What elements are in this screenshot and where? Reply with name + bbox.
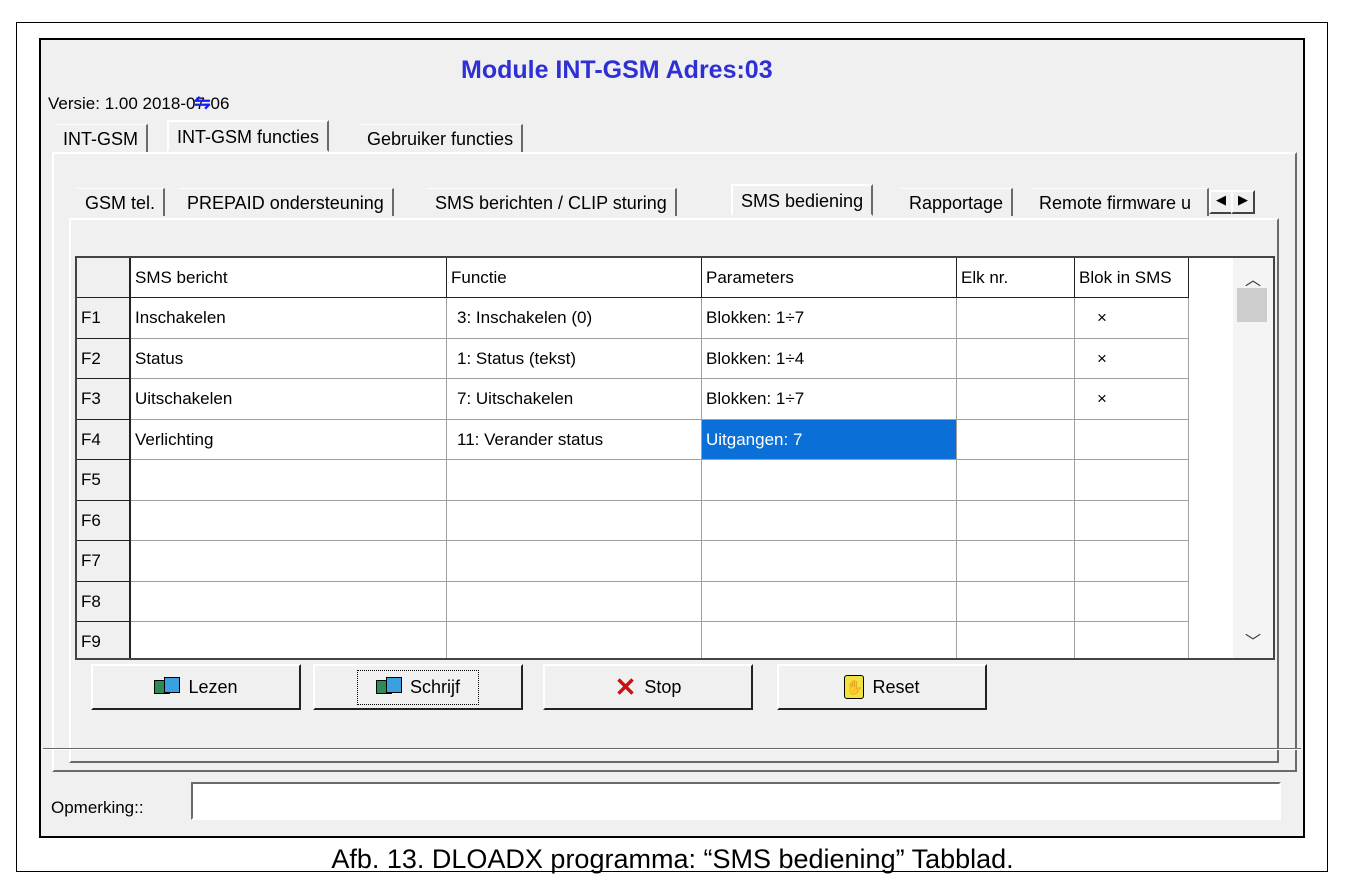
- cell-functie[interactable]: [447, 541, 702, 582]
- cell-sms-bericht[interactable]: [131, 622, 447, 658]
- col-header-sms-bericht[interactable]: SMS bericht: [131, 258, 447, 298]
- cell-blok-in-sms[interactable]: [1075, 500, 1189, 541]
- tab-rapportage[interactable]: Rapportage: [901, 188, 1014, 216]
- row-header[interactable]: F4: [77, 419, 131, 460]
- cell-functie[interactable]: [447, 460, 702, 501]
- cell-blok-in-sms[interactable]: ×: [1075, 298, 1189, 339]
- cell-elk-nr[interactable]: [957, 379, 1075, 420]
- sms-control-grid[interactable]: SMS bericht Functie Parameters Elk nr. B…: [75, 256, 1275, 660]
- tab-remote-firmware[interactable]: Remote firmware u: [1031, 188, 1209, 216]
- cell-elk-nr[interactable]: [957, 622, 1075, 658]
- grid-corner: [77, 258, 131, 298]
- stop-button[interactable]: ✕ Stop: [543, 664, 753, 710]
- tab-int-gsm[interactable]: INT-GSM: [55, 124, 148, 152]
- cell-parameters[interactable]: [702, 581, 957, 622]
- cell-sms-bericht[interactable]: Uitschakelen: [131, 379, 447, 420]
- row-header[interactable]: F7: [77, 541, 131, 582]
- read-button-label: Lezen: [188, 676, 238, 697]
- row-header[interactable]: F5: [77, 460, 131, 501]
- stop-button-label: Stop: [644, 676, 682, 697]
- row-header[interactable]: F2: [77, 338, 131, 379]
- cell-elk-nr[interactable]: [957, 541, 1075, 582]
- row-header[interactable]: F6: [77, 500, 131, 541]
- cell-elk-nr[interactable]: [957, 460, 1075, 501]
- cell-parameters[interactable]: [702, 622, 957, 658]
- reset-button[interactable]: ✋ Reset: [777, 664, 987, 710]
- tab-scroll-right-icon[interactable]: ▶: [1231, 190, 1255, 214]
- tab-sms-berichten[interactable]: SMS berichten / CLIP sturing: [427, 188, 677, 216]
- cell-elk-nr[interactable]: [957, 419, 1075, 460]
- cell-sms-bericht[interactable]: Verlichting: [131, 419, 447, 460]
- cell-sms-bericht[interactable]: [131, 581, 447, 622]
- cell-blok-in-sms[interactable]: [1075, 622, 1189, 658]
- cell-blok-in-sms[interactable]: [1075, 419, 1189, 460]
- stop-x-icon: ✕: [614, 672, 637, 702]
- write-button-label: Schrijf: [409, 676, 460, 697]
- col-header-blok-in-sms[interactable]: Blok in SMS: [1075, 258, 1189, 298]
- row-header[interactable]: F8: [77, 581, 131, 622]
- panel-separator: [43, 748, 1301, 750]
- cell-elk-nr[interactable]: [957, 338, 1075, 379]
- write-button-focus: Schrijf: [356, 669, 479, 705]
- tab-int-gsm-functies[interactable]: INT-GSM functies: [167, 120, 330, 152]
- cell-parameters[interactable]: Blokken: 1÷7: [702, 379, 957, 420]
- read-icon: [154, 677, 181, 697]
- reset-icon: ✋: [844, 675, 865, 699]
- cell-parameters[interactable]: [702, 541, 957, 582]
- row-header[interactable]: F3: [77, 379, 131, 420]
- window-title: Module INT-GSM Adres:03: [461, 56, 773, 84]
- cell-functie[interactable]: 7: Uitschakelen: [447, 379, 702, 420]
- cell-parameters[interactable]: Uitgangen: 7: [702, 419, 957, 460]
- col-header-parameters[interactable]: Parameters: [702, 258, 957, 298]
- cell-blok-in-sms[interactable]: ×: [1075, 338, 1189, 379]
- cell-sms-bericht[interactable]: Status: [131, 338, 447, 379]
- tab-prepaid[interactable]: PREPAID ondersteuning: [179, 188, 394, 216]
- cell-functie[interactable]: 3: Inschakelen (0): [447, 298, 702, 339]
- remark-field[interactable]: [191, 782, 1281, 820]
- tab-gebruiker-functies[interactable]: Gebruiker functies: [359, 124, 524, 152]
- reset-button-label: Reset: [872, 676, 920, 697]
- col-header-functie[interactable]: Functie: [447, 258, 702, 298]
- tab-sms-bediening[interactable]: SMS bediening: [731, 184, 874, 216]
- cell-sms-bericht[interactable]: [131, 500, 447, 541]
- scroll-down-icon[interactable]: ﹀: [1245, 628, 1261, 652]
- cell-sms-bericht[interactable]: Inschakelen: [131, 298, 447, 339]
- cell-parameters[interactable]: Blokken: 1÷7: [702, 298, 957, 339]
- remark-label: Opmerking::: [51, 798, 144, 817]
- cell-elk-nr[interactable]: [957, 298, 1075, 339]
- sync-icon[interactable]: ⇋: [194, 90, 211, 115]
- scroll-up-icon[interactable]: ︿: [1245, 266, 1261, 290]
- cell-blok-in-sms[interactable]: [1075, 460, 1189, 501]
- grid-vertical-scrollbar[interactable]: ︿ ﹀: [1233, 258, 1273, 658]
- scroll-thumb[interactable]: [1237, 288, 1267, 322]
- cell-functie[interactable]: [447, 500, 702, 541]
- cell-functie[interactable]: 11: Verander status: [447, 419, 702, 460]
- read-button[interactable]: Lezen: [91, 664, 301, 710]
- dloadx-window: Module INT-GSM Adres:03 Versie: 1.00 201…: [39, 38, 1305, 838]
- cell-functie[interactable]: 1: Status (tekst): [447, 338, 702, 379]
- cell-parameters[interactable]: [702, 500, 957, 541]
- cell-sms-bericht[interactable]: [131, 460, 447, 501]
- cell-sms-bericht[interactable]: [131, 541, 447, 582]
- cell-blok-in-sms[interactable]: [1075, 541, 1189, 582]
- row-header[interactable]: F1: [77, 298, 131, 339]
- write-button[interactable]: Schrijf: [313, 664, 523, 710]
- figure-caption: Afb. 13. DLOADX programma: “SMS bedienin…: [331, 844, 1014, 874]
- cell-elk-nr[interactable]: [957, 581, 1075, 622]
- cell-blok-in-sms[interactable]: ×: [1075, 379, 1189, 420]
- cell-parameters[interactable]: Blokken: 1÷4: [702, 338, 957, 379]
- row-header[interactable]: F9: [77, 622, 131, 658]
- tab-scroll-left-icon[interactable]: ◀: [1209, 190, 1233, 214]
- tab-gsm-tel[interactable]: GSM tel.: [77, 188, 166, 216]
- col-header-elk-nr[interactable]: Elk nr.: [957, 258, 1075, 298]
- cell-functie[interactable]: [447, 622, 702, 658]
- cell-elk-nr[interactable]: [957, 500, 1075, 541]
- cell-parameters[interactable]: [702, 460, 957, 501]
- write-icon: [375, 677, 402, 697]
- cell-functie[interactable]: [447, 581, 702, 622]
- cell-blok-in-sms[interactable]: [1075, 581, 1189, 622]
